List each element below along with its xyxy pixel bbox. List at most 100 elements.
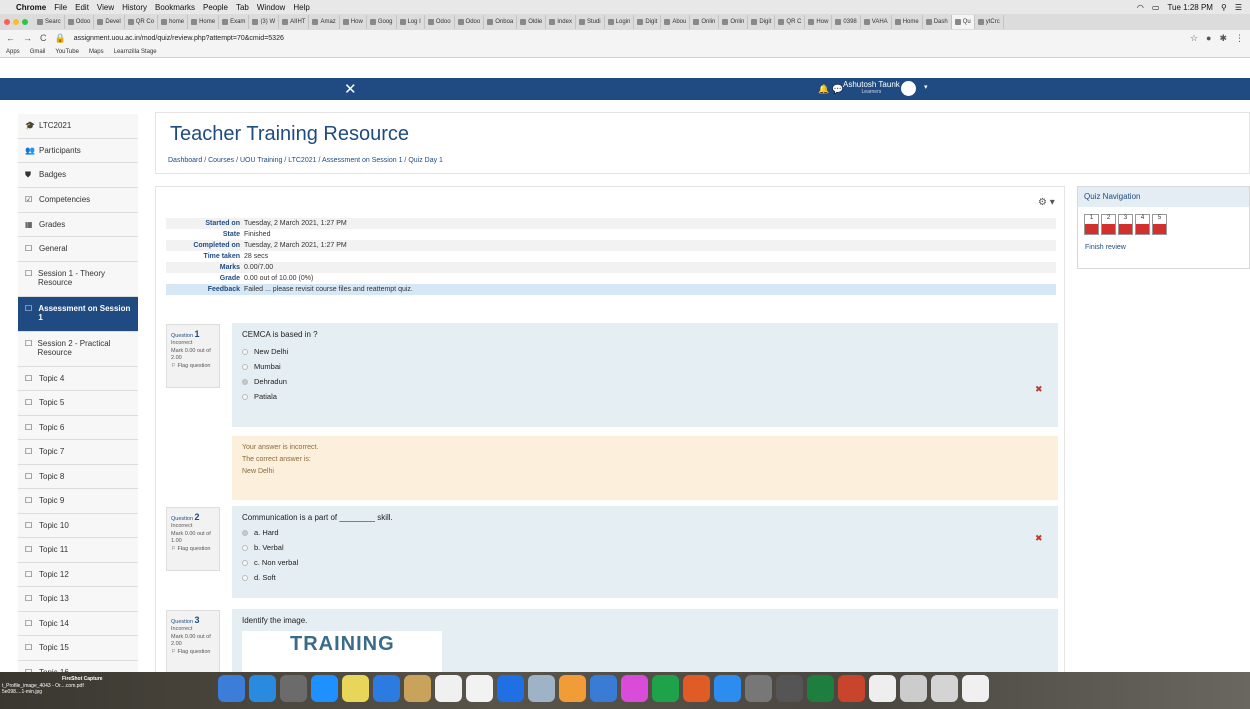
menu-bookmarks[interactable]: Bookmarks: [155, 3, 195, 12]
browser-tab[interactable]: Dash: [923, 15, 952, 29]
sidebar-item-topic-5[interactable]: ☐ Topic 5: [18, 391, 138, 416]
photobooth-icon[interactable]: [683, 675, 710, 702]
browser-tab[interactable]: Home: [892, 15, 923, 29]
browser-tab[interactable]: Log I: [397, 15, 425, 29]
menu-edit[interactable]: Edit: [75, 3, 89, 12]
quiz-nav-button[interactable]: 3: [1118, 214, 1133, 235]
browser-tab[interactable]: How: [340, 15, 367, 29]
puzzle-icon[interactable]: ✱: [1219, 33, 1227, 44]
answer-option[interactable]: Mumbai: [242, 362, 1048, 371]
chrome-icon[interactable]: [342, 675, 369, 702]
browser-tab[interactable]: Studi: [576, 15, 605, 29]
browser-tab[interactable]: AIIHT: [279, 15, 310, 29]
answer-option[interactable]: d. Soft: [242, 573, 1048, 582]
sidebar-item-ltc2021[interactable]: 🎓 LTC2021: [18, 114, 138, 139]
browser-tab[interactable]: Onlin: [719, 15, 749, 29]
answer-option[interactable]: Dehradun: [242, 377, 1048, 386]
sidebar-item-topic-11[interactable]: ☐ Topic 11: [18, 538, 138, 563]
preview-icon[interactable]: [528, 675, 555, 702]
battery-icon[interactable]: ▭: [1152, 3, 1160, 12]
close-drawer-button[interactable]: ✕: [344, 80, 357, 98]
reminders-icon[interactable]: [497, 675, 524, 702]
bell-icon[interactable]: 🔔: [818, 84, 829, 95]
sidebar-item-competencies[interactable]: ☑ Competencies: [18, 188, 138, 213]
menu-history[interactable]: History: [122, 3, 147, 12]
bookmark-youtube[interactable]: YouTube: [55, 49, 79, 55]
breadcrumb[interactable]: Dashboard / Courses / UOU Training / LTC…: [168, 157, 443, 164]
answer-option[interactable]: c. Non verbal: [242, 558, 1048, 567]
sidebar-item-topic-4[interactable]: ☐ Topic 4: [18, 366, 138, 391]
browser-tab[interactable]: How: [805, 15, 833, 29]
bookmark-learnzilla[interactable]: Learnzilla Stage: [114, 49, 157, 55]
sidebar-item-topic-13[interactable]: ☐ Topic 13: [18, 587, 138, 612]
launchpad-icon[interactable]: [280, 675, 307, 702]
flag-question-button[interactable]: ⚐ Flag question: [171, 546, 215, 553]
sidebar-item-general[interactable]: ☐ General: [18, 237, 138, 262]
menu-window[interactable]: Window: [257, 3, 285, 12]
url-field[interactable]: assignment.uou.ac.in/mod/quiz/review.php…: [74, 35, 1182, 42]
user-menu[interactable]: Ashutosh Taunk Learners: [843, 80, 900, 95]
safari-icon[interactable]: [311, 675, 338, 702]
browser-tab[interactable]: Digit: [748, 15, 776, 29]
powerpoint-icon[interactable]: [838, 675, 865, 702]
browser-tab[interactable]: QR Co: [125, 15, 159, 29]
quiz-nav-button[interactable]: 1: [1084, 214, 1099, 235]
browser-tab[interactable]: Index: [546, 15, 576, 29]
sidebar-item-participants[interactable]: 👥 Participants: [18, 138, 138, 163]
finish-review-link[interactable]: Finish review: [1085, 244, 1126, 251]
itunes-icon[interactable]: [621, 675, 648, 702]
browser-tab[interactable]: home: [158, 15, 189, 29]
sidebar-item-topic-14[interactable]: ☐ Topic 14: [18, 611, 138, 636]
siri-icon[interactable]: [249, 675, 276, 702]
browser-tab[interactable]: Onlin: [690, 15, 720, 29]
radio-button[interactable]: [242, 529, 248, 536]
sidebar-item-assessment-on-session-1[interactable]: ☐ Assessment on Session 1: [18, 296, 138, 332]
browser-tab[interactable]: Goog: [367, 15, 397, 29]
browser-tab[interactable]: Qu: [951, 15, 975, 29]
bookmark-gmail[interactable]: Gmail: [30, 49, 46, 55]
browser-tab[interactable]: 0398: [832, 15, 861, 29]
contacts-icon[interactable]: [404, 675, 431, 702]
radio-button[interactable]: [242, 393, 248, 400]
chevron-down-icon[interactable]: ▾: [924, 83, 928, 91]
browser-tab[interactable]: Login: [605, 15, 635, 29]
browser-tab[interactable]: Odoo: [65, 15, 95, 29]
gear-icon[interactable]: ⚙ ▾: [1038, 197, 1055, 208]
menu-app-name[interactable]: Chrome: [16, 3, 46, 12]
sidebar-item-topic-10[interactable]: ☐ Topic 10: [18, 513, 138, 538]
reload-icon[interactable]: C: [40, 33, 47, 43]
settings-icon[interactable]: [745, 675, 772, 702]
chat-icon[interactable]: 💬: [832, 84, 843, 95]
sidebar-item-topic-15[interactable]: ☐ Topic 15: [18, 636, 138, 661]
browser-tab[interactable]: Home: [188, 15, 220, 29]
browser-tab[interactable]: Onboa: [484, 15, 518, 29]
minimize-window-icon[interactable]: [13, 19, 19, 25]
notes-app-icon[interactable]: [776, 675, 803, 702]
menu-file[interactable]: File: [54, 3, 67, 12]
menu-dots-icon[interactable]: ⋮: [1235, 33, 1244, 44]
radio-button[interactable]: [242, 363, 248, 370]
excel-icon[interactable]: [807, 675, 834, 702]
screenshot-icon[interactable]: [900, 675, 927, 702]
back-icon[interactable]: ←: [6, 33, 15, 43]
menu-view[interactable]: View: [97, 3, 114, 12]
radio-button[interactable]: [242, 544, 248, 551]
quiz-nav-button[interactable]: 4: [1135, 214, 1150, 235]
menu-people[interactable]: People: [203, 3, 228, 12]
radio-button[interactable]: [242, 574, 248, 581]
sidebar-item-badges[interactable]: ⛊ Badges: [18, 163, 138, 188]
wifi-icon[interactable]: ◠: [1137, 3, 1144, 12]
preview-2-icon[interactable]: [931, 675, 958, 702]
sidebar-item-session-1-theory-resource[interactable]: ☐ Session 1 - Theory Resource: [18, 261, 138, 297]
sidebar-item-grades[interactable]: ▦ Grades: [18, 212, 138, 237]
star-icon[interactable]: ☆: [1190, 33, 1198, 44]
sidebar-item-topic-6[interactable]: ☐ Topic 6: [18, 415, 138, 440]
bookmark-maps[interactable]: Maps: [89, 49, 104, 55]
close-window-icon[interactable]: [4, 19, 10, 25]
sidebar-item-topic-9[interactable]: ☐ Topic 9: [18, 489, 138, 514]
browser-tab[interactable]: Devel: [94, 15, 125, 29]
browser-tab[interactable]: Odoo: [425, 15, 455, 29]
browser-tab[interactable]: Searc: [34, 15, 65, 29]
finder-icon[interactable]: [218, 675, 245, 702]
menu-help[interactable]: Help: [293, 3, 309, 12]
